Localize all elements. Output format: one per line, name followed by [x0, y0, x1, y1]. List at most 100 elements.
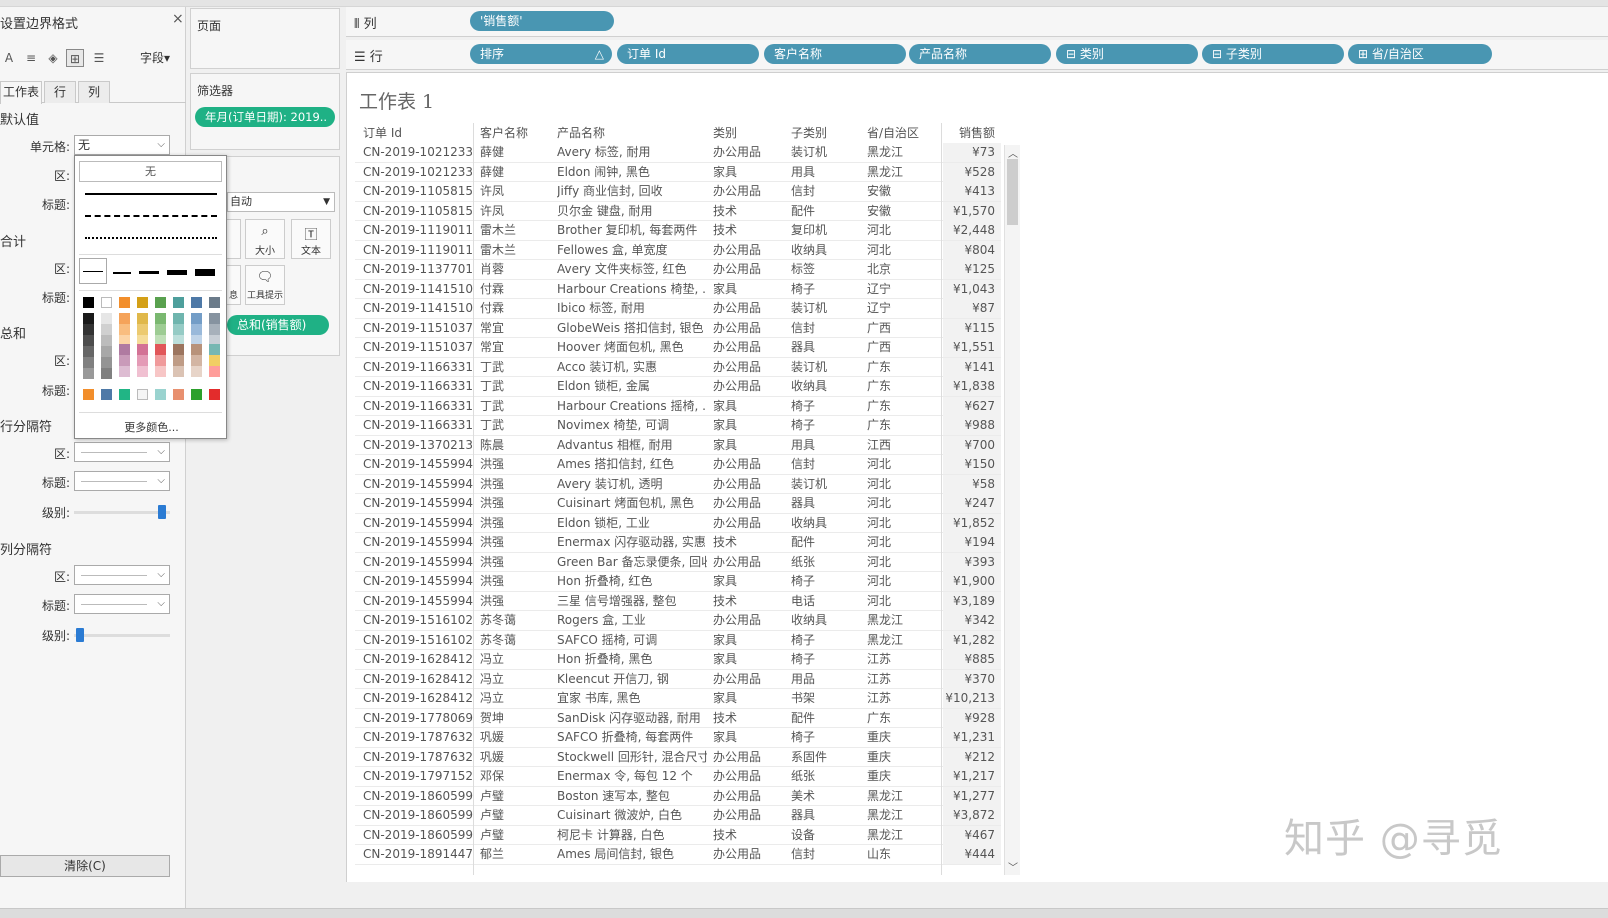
table-row[interactable]: CN-2019-1141510 付霖 Ibico 标签, 耐用 办公用品 装订机 辽宁 ¥8…	[355, 299, 1001, 319]
color-swatch[interactable]	[83, 346, 94, 357]
table-row[interactable]: CN-2019-1166331 丁武 Harbour Creations 摇椅, .…	[355, 396, 1001, 416]
table-row[interactable]: CN-2019-1778069 贺坤 SanDisk 闪存驱动器, 耐用 技术 配件 广东…	[355, 708, 1001, 728]
col-divider-area-select[interactable]: ⌵	[74, 565, 170, 585]
recent-color-swatch[interactable]	[119, 389, 130, 400]
table-row[interactable]: CN-2019-1141510 付霖 Harbour Creations 椅垫, .…	[355, 279, 1001, 299]
row-pill-order-id[interactable]: 订单 Id	[617, 44, 759, 64]
alignment-format-icon[interactable]: ≡	[22, 49, 40, 67]
color-swatch[interactable]	[173, 344, 184, 355]
row-pill-category[interactable]: ⊟ 类别	[1056, 44, 1198, 64]
scroll-down-icon[interactable]: ﹀	[1005, 859, 1021, 874]
table-row[interactable]: CN-2019-1021233 薛健 Avery 标签, 耐用 办公用品 装订机 黑龙江 ¥…	[355, 143, 1001, 163]
header-province[interactable]: 省/自治区	[867, 123, 919, 143]
more-colors-link[interactable]: 更多颜色...	[75, 419, 228, 435]
table-row[interactable]: CN-2019-1455994 洪强 三星 信号增强器, 整包 技术 电话 河北 ¥3,18…	[355, 591, 1001, 611]
recent-color-swatch[interactable]	[137, 389, 148, 400]
color-swatch[interactable]	[173, 324, 184, 335]
color-swatch[interactable]	[191, 324, 202, 335]
tab-rows[interactable]: 行	[44, 81, 76, 103]
table-row[interactable]: CN-2019-1860599 卢璧 柯尼卡 计算器, 白色 技术 设备 黑龙江 ¥467	[355, 825, 1001, 845]
table-row[interactable]: CN-2019-1455994 洪强 Enermax 闪存驱动器, 实惠 技术 配件 河北…	[355, 533, 1001, 553]
tab-columns[interactable]: 列	[78, 81, 110, 103]
color-swatch[interactable]	[83, 313, 94, 324]
color-swatch[interactable]	[155, 297, 166, 308]
color-swatch[interactable]	[155, 313, 166, 324]
fields-dropdown[interactable]: 字段▾	[140, 49, 170, 66]
color-swatch[interactable]	[191, 355, 202, 366]
color-swatch[interactable]	[137, 344, 148, 355]
tab-sheet[interactable]: 工作表	[0, 81, 42, 104]
table-row[interactable]: CN-2019-1516102 苏冬蔼 SAFCO 摇椅, 可调 家具 椅子 黑龙江 ¥1,…	[355, 630, 1001, 650]
row-divider-area-select[interactable]: ⌵	[74, 442, 170, 462]
color-swatch[interactable]	[101, 297, 112, 308]
color-swatch[interactable]	[155, 344, 166, 355]
color-swatch[interactable]	[83, 335, 94, 346]
col-level-slider[interactable]	[74, 628, 170, 642]
table-row[interactable]: CN-2019-1455994 洪强 Green Bar 备忘录便条, 回收 办公用品…	[355, 552, 1001, 572]
color-swatch[interactable]	[209, 344, 220, 355]
color-swatch[interactable]	[191, 297, 202, 308]
border-weight-5-option[interactable]	[195, 269, 215, 276]
border-weight-4-option[interactable]	[167, 270, 187, 275]
recent-color-swatch[interactable]	[173, 389, 184, 400]
table-row[interactable]: CN-2019-1166331 丁武 Eldon 锁柜, 金属 办公用品 收纳具 广东 ¥1…	[355, 377, 1001, 397]
color-swatch[interactable]	[101, 346, 112, 357]
table-row[interactable]: CN-2019-1455994 洪强 Ames 搭扣信封, 红色 办公用品 信封 河北 ¥1…	[355, 455, 1001, 475]
table-row[interactable]: CN-2019-1516102 苏冬蔼 Rogers 盒, 工业 办公用品 收纳具 黑龙江…	[355, 611, 1001, 631]
marks-size-button[interactable]: ⌕ 大小	[245, 219, 285, 259]
recent-color-swatch[interactable]	[101, 389, 112, 400]
color-swatch[interactable]	[101, 324, 112, 335]
row-pill-subcategory[interactable]: ⊟ 子类别	[1202, 44, 1344, 64]
row-pill-customer-name[interactable]: 客户名称	[764, 44, 906, 64]
color-swatch[interactable]	[137, 355, 148, 366]
table-row[interactable]: CN-2019-1151037 常宜 Hoover 烤面包机, 黑色 办公用品 器具 广西…	[355, 338, 1001, 358]
table-row[interactable]: CN-2019-1119011 雷木兰 Brother 复印机, 每套两件 技术 复印机…	[355, 221, 1001, 241]
table-row[interactable]: CN-2019-1455994 洪强 Eldon 锁柜, 工业 办公用品 收纳具 河北 ¥1…	[355, 513, 1001, 533]
row-pill-product-name[interactable]: 产品名称	[909, 44, 1051, 64]
recent-color-swatch[interactable]	[83, 389, 94, 400]
header-order-id[interactable]: 订单 Id	[363, 123, 402, 143]
color-swatch[interactable]	[119, 355, 130, 366]
border-solid-option[interactable]	[85, 193, 217, 195]
sum-sales-pill[interactable]: 总和(销售额)	[227, 315, 329, 335]
color-swatch[interactable]	[137, 297, 148, 308]
table-row[interactable]: CN-2019-1370213 陈晨 Advantus 相框, 耐用 家具 用具 江西 ¥7…	[355, 435, 1001, 455]
color-swatch[interactable]	[119, 324, 130, 335]
table-row[interactable]: CN-2019-1455994 洪强 Avery 装订机, 透明 办公用品 装订机 河北 ¥…	[355, 474, 1001, 494]
color-swatch[interactable]	[83, 324, 94, 335]
table-row[interactable]: CN-2019-1787632 巩媛 SAFCO 折叠椅, 每套两件 家具 椅子 重庆 ¥1…	[355, 728, 1001, 748]
borders-format-icon[interactable]: ⊞	[66, 49, 84, 67]
color-swatch[interactable]	[155, 324, 166, 335]
color-swatch[interactable]	[191, 366, 202, 377]
table-row[interactable]: CN-2019-1105815 许凤 贝尔金 键盘, 耐用 技术 配件 安徽 ¥1,570	[355, 201, 1001, 221]
color-swatch[interactable]	[101, 335, 112, 346]
clear-button[interactable]: 清除(C)	[0, 855, 170, 877]
color-swatch[interactable]	[119, 297, 130, 308]
color-swatch[interactable]	[173, 366, 184, 377]
border-weight-thin-option[interactable]	[79, 258, 107, 284]
table-row[interactable]: CN-2019-1628412 冯立 Hon 折叠椅, 黑色 家具 椅子 江苏 ¥885	[355, 650, 1001, 670]
filter-pill-order-date[interactable]: 年月(订单日期): 2019..	[195, 107, 335, 127]
table-row[interactable]: CN-2019-1628412 冯立 Kleencut 开信刀, 钢 办公用品 用品 江苏…	[355, 669, 1001, 689]
lines-format-icon[interactable]: ☰	[90, 49, 108, 67]
color-swatch[interactable]	[173, 355, 184, 366]
recent-color-swatch[interactable]	[209, 389, 220, 400]
marks-color-button[interactable]	[227, 219, 241, 259]
header-sales[interactable]: 销售额	[959, 123, 995, 143]
color-swatch[interactable]	[191, 344, 202, 355]
col-divider-header-select[interactable]: ⌵	[74, 594, 170, 614]
header-customer-name[interactable]: 客户名称	[480, 123, 528, 143]
border-weight-3-option[interactable]	[139, 271, 159, 274]
header-product-name[interactable]: 产品名称	[557, 123, 605, 143]
color-swatch[interactable]	[101, 313, 112, 324]
recent-color-swatch[interactable]	[155, 389, 166, 400]
color-swatch[interactable]	[137, 324, 148, 335]
vertical-scrollbar[interactable]: ︿ ﹀	[1004, 145, 1020, 875]
color-swatch[interactable]	[209, 324, 220, 335]
color-swatch[interactable]	[155, 366, 166, 377]
color-swatch[interactable]	[83, 368, 94, 379]
border-weight-2-option[interactable]	[113, 272, 131, 274]
color-swatch[interactable]	[119, 344, 130, 355]
close-icon[interactable]: ×	[172, 11, 184, 27]
table-row[interactable]: CN-2019-1860599 卢璧 Cuisinart 微波炉, 白色 办公用品 器具…	[355, 806, 1001, 826]
